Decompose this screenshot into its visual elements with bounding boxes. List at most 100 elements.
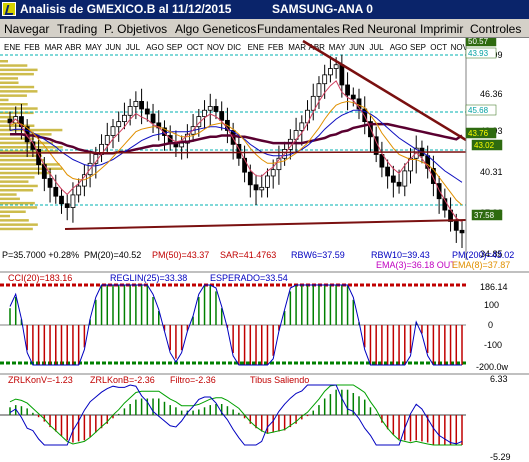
zrl-tick-1: -5.29	[490, 452, 511, 462]
cci-tick-3: -100	[484, 340, 502, 350]
month-label: MAY	[85, 43, 102, 52]
candle-body	[139, 100, 144, 110]
volume-bar	[0, 189, 34, 192]
tibus-label: Tibus Saliendo	[250, 375, 309, 385]
candle-body	[396, 181, 402, 187]
window-title: Analisis de GMEXICO.B al 11/12/2015	[20, 2, 232, 16]
candle-body	[402, 170, 408, 187]
menu-algo-geneticos[interactable]: Algo Geneticos	[175, 22, 256, 36]
volume-bar	[0, 90, 38, 93]
candle-body	[339, 64, 345, 86]
menu-fundamentales[interactable]: Fundamentales	[257, 22, 340, 36]
month-label: OCT	[187, 43, 204, 52]
month-label: MAR	[45, 43, 63, 52]
price-level-tag: 50.57	[465, 38, 497, 47]
month-label: SEP	[410, 43, 426, 52]
price-level-tag: 45.68	[465, 104, 497, 116]
menu-imprimir[interactable]: Imprimir	[420, 22, 463, 36]
candle-body	[333, 64, 339, 69]
month-label: JUL	[369, 43, 384, 52]
candle-body	[104, 135, 110, 145]
candle-body	[116, 121, 122, 128]
month-label: JUL	[126, 43, 141, 52]
candle-body	[144, 108, 150, 115]
volume-bar	[0, 210, 26, 213]
cci-tick-2: 0	[488, 320, 493, 330]
candle-body	[265, 175, 270, 188]
svg-text:45.68: 45.68	[468, 106, 489, 115]
candle-body	[133, 100, 139, 107]
month-labels: ENE FEB MAR ABR MAY JUN JUL AGO SEP OCT NOV DIC ENE F…	[4, 43, 469, 52]
candle-body	[310, 95, 316, 111]
candle-body	[328, 68, 333, 76]
month-label: AGO	[390, 43, 408, 52]
month-label: NOV	[207, 43, 225, 52]
price-tick-1: 46.36	[480, 89, 503, 99]
filtro-label: Filtro=-2.36	[170, 375, 216, 385]
price-tick-3: 40.31	[480, 167, 503, 177]
zrlv-label: ZRLKonV=-1.23	[8, 375, 73, 385]
candle-body	[70, 194, 76, 208]
zrl-tick-0: 6.33	[490, 374, 508, 384]
price-pm200: PM(200)=43.02	[452, 250, 514, 260]
volume-bar	[0, 193, 17, 196]
esperado-label: ESPERADO=33.54	[210, 273, 288, 283]
menu-trading[interactable]: Trading	[57, 22, 97, 36]
candle-body	[47, 178, 53, 188]
menu-red-neuronal[interactable]: Red Neuronal	[342, 22, 416, 36]
month-label: DIC	[227, 43, 241, 52]
cci-tick-1: 100	[484, 300, 499, 310]
month-label: ABR	[65, 43, 82, 52]
menu-navegar[interactable]: Navegar	[4, 22, 49, 36]
volume-bar	[0, 81, 19, 84]
volume-bar	[0, 163, 60, 166]
svg-text:43.76: 43.76	[468, 129, 489, 138]
month-label: ENE	[248, 43, 264, 52]
price-level-tag: 43.02	[471, 139, 503, 151]
month-label: FEB	[24, 43, 40, 52]
candle-body	[316, 83, 322, 97]
volume-bar	[0, 180, 29, 183]
candle-body	[350, 94, 356, 100]
pm200-line	[0, 151, 467, 154]
candle-body	[459, 229, 465, 234]
month-label: MAR	[288, 43, 306, 52]
candle-body	[390, 175, 396, 183]
volume-bar	[0, 107, 38, 110]
month-label: FEB	[268, 43, 284, 52]
symbol-label: SAMSUNG-ANA 0	[272, 2, 373, 16]
volume-bar	[0, 206, 38, 209]
candle-body	[219, 111, 225, 121]
price-level-tag: 43.76	[465, 127, 497, 139]
month-label: JUN	[349, 43, 365, 52]
candle-body	[453, 221, 459, 231]
candle-body	[299, 122, 305, 131]
menu-p-objetivos[interactable]: P. Objetivos	[104, 22, 167, 36]
volume-bar	[0, 197, 20, 201]
menu-controles[interactable]: Controles	[470, 22, 521, 36]
price-level-tag: 43.93	[465, 47, 497, 59]
zrlb-label: ZRLKonB=-2.36	[90, 375, 155, 385]
candle-body	[270, 169, 276, 177]
volume-bar	[0, 68, 38, 72]
price-ema3: EMA(3)=36.18 OUT	[376, 260, 456, 270]
svg-text:43.02: 43.02	[474, 141, 495, 150]
candle-body	[385, 166, 391, 177]
reglin-label: REGLIN(25)=33.38	[110, 273, 187, 283]
volume-bar	[0, 167, 63, 170]
price-level-tag: 37.58	[471, 209, 503, 221]
candle-body	[127, 106, 133, 116]
volume-bar	[0, 227, 33, 231]
volume-bar	[0, 94, 27, 97]
cci-tick-0: 186.14	[480, 282, 508, 292]
candle-body	[53, 186, 59, 197]
chart-area[interactable]: ENE FEB MAR ABR MAY JUN JUL AGO SEP OCT NOV DIC ENE F…	[0, 38, 529, 462]
price-p: P=35.7000 +0.28%	[2, 250, 79, 260]
candle-body	[322, 74, 328, 85]
volume-bar	[0, 176, 35, 179]
month-label: AGO	[146, 43, 164, 52]
title-bar: Analisis de GMEXICO.B al 11/12/2015 SAMS…	[0, 0, 529, 19]
candle-body	[213, 106, 219, 112]
volume-bar	[0, 223, 38, 226]
candle-body	[345, 84, 350, 96]
